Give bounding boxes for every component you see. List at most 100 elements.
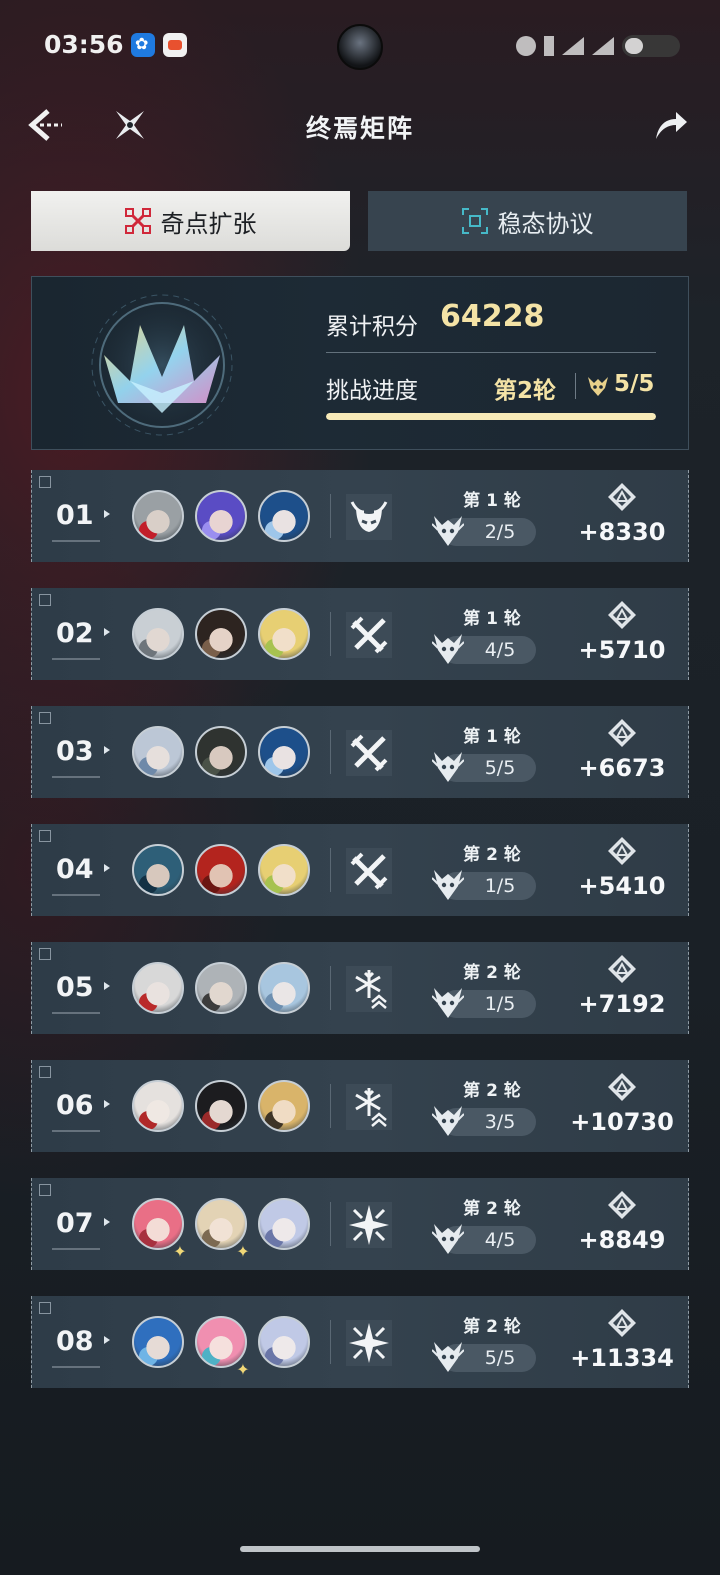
character-avatar[interactable] <box>132 844 184 896</box>
clear-count: 3/5 <box>484 1111 516 1133</box>
character-avatar[interactable] <box>132 726 184 778</box>
character-avatar[interactable] <box>258 608 310 660</box>
demon-head-icon <box>431 632 465 666</box>
round-label: 第 2 轮 <box>463 845 521 865</box>
signal-5g-icon <box>592 37 614 55</box>
mode-tabs: 奇点扩张 稳态协议 <box>31 191 687 251</box>
row-divider <box>330 966 331 1010</box>
character-avatar[interactable] <box>258 490 310 542</box>
character-avatar[interactable] <box>132 1080 184 1132</box>
character-avatar[interactable] <box>195 962 247 1014</box>
caret-right-icon <box>104 1100 110 1108</box>
character-avatar[interactable] <box>132 490 184 542</box>
system-status-icons <box>516 34 680 58</box>
stage-row[interactable]: 03 第 1 轮 5/5 +6673 <box>31 706 689 798</box>
demon-head-icon <box>431 1222 465 1256</box>
status-bar: 03:56 <box>0 0 720 90</box>
summary-divider <box>326 352 656 353</box>
character-avatar[interactable] <box>258 1198 310 1250</box>
battery-icon <box>622 35 680 57</box>
index-underline <box>52 1012 100 1014</box>
clear-count: 1/5 <box>484 875 516 897</box>
score-diamond-icon <box>607 836 637 866</box>
score-diamond-icon <box>607 1190 637 1220</box>
dark-icon <box>346 494 392 540</box>
stage-row[interactable]: 07 ✦ ✦ 第 2 轮 4/5 +8849 <box>31 1178 689 1270</box>
demon-head-icon <box>431 514 465 548</box>
signal-icon <box>562 37 584 55</box>
character-avatar[interactable] <box>195 608 247 660</box>
game-notification-icon <box>163 33 187 57</box>
clear-count: 2/5 <box>484 521 516 543</box>
tab-singularity-expansion[interactable]: 奇点扩张 <box>31 191 350 251</box>
corner-mark <box>39 594 51 606</box>
ice-icon <box>346 966 392 1012</box>
progress-bar <box>326 413 656 420</box>
physical-icon <box>346 612 392 658</box>
character-avatar[interactable] <box>258 962 310 1014</box>
stage-row[interactable]: 01 第 1 轮 2/5 +8330 <box>31 470 689 562</box>
stage-row[interactable]: 06 第 2 轮 3/5 +10730 <box>31 1060 689 1152</box>
singularity-icon <box>124 208 151 234</box>
stage-row[interactable]: 02 第 1 轮 4/5 +5710 <box>31 588 689 680</box>
caret-right-icon <box>104 1336 110 1344</box>
character-avatar[interactable] <box>132 962 184 1014</box>
stage-index: 02 <box>56 618 94 649</box>
character-avatar[interactable] <box>258 1080 310 1132</box>
character-avatar[interactable] <box>195 844 247 896</box>
page-title: 终焉矩阵 <box>305 114 414 143</box>
demon-head-icon <box>431 750 465 784</box>
sparkle-star-icon: ✦ <box>236 1242 250 1261</box>
stage-score: +8849 <box>578 1226 666 1254</box>
index-underline <box>52 894 100 896</box>
current-round-value: 第2轮 <box>494 378 557 404</box>
row-divider <box>330 1320 331 1364</box>
stage-index: 05 <box>56 972 94 1003</box>
index-underline <box>52 1248 100 1250</box>
demon-head-icon <box>588 377 608 396</box>
character-avatar[interactable] <box>132 608 184 660</box>
index-underline <box>52 540 100 542</box>
stage-score: +7192 <box>578 990 666 1018</box>
caret-right-icon <box>104 1218 110 1226</box>
home-indicator[interactable] <box>240 1546 480 1552</box>
caret-right-icon <box>104 510 110 518</box>
score-diamond-icon <box>607 1072 637 1102</box>
score-diamond-icon <box>607 600 637 630</box>
progress-count-value: 5/5 <box>614 371 655 397</box>
round-label: 第 2 轮 <box>463 1317 521 1337</box>
stage-row[interactable]: 04 第 2 轮 1/5 +5410 <box>31 824 689 916</box>
alarm-icon <box>516 36 536 56</box>
stage-index: 03 <box>56 736 94 767</box>
corner-mark <box>39 476 51 488</box>
character-avatar[interactable] <box>195 490 247 542</box>
stage-row[interactable]: 05 第 2 轮 1/5 +7192 <box>31 942 689 1034</box>
corner-mark <box>39 830 51 842</box>
character-avatar[interactable] <box>195 1080 247 1132</box>
character-avatar[interactable] <box>132 1316 184 1368</box>
clear-count: 4/5 <box>484 639 516 661</box>
status-time: 03:56 <box>44 30 124 59</box>
row-divider <box>330 730 331 774</box>
index-underline <box>52 1366 100 1368</box>
character-avatar[interactable] <box>258 1316 310 1368</box>
round-label: 第 1 轮 <box>463 609 521 629</box>
progress-separator <box>575 373 576 399</box>
demon-head-icon <box>431 868 465 902</box>
character-avatar[interactable] <box>258 844 310 896</box>
share-button[interactable] <box>652 107 690 143</box>
round-label: 第 1 轮 <box>463 491 521 511</box>
lightning-icon <box>346 1202 392 1248</box>
character-avatar[interactable] <box>258 726 310 778</box>
crown-emblem-icon <box>86 289 238 441</box>
stage-row[interactable]: 08 ✦ 第 2 轮 5/5 +11334 <box>31 1296 689 1388</box>
tab-label: 奇点扩张 <box>160 209 257 238</box>
character-avatar[interactable] <box>195 726 247 778</box>
corner-mark <box>39 1302 51 1314</box>
tab-steady-protocol[interactable]: 稳态协议 <box>368 191 687 251</box>
round-label: 第 2 轮 <box>463 1199 521 1219</box>
stage-score: +5710 <box>578 636 666 664</box>
stage-score: +11334 <box>570 1344 674 1372</box>
stage-index: 08 <box>56 1326 94 1357</box>
caret-right-icon <box>104 864 110 872</box>
